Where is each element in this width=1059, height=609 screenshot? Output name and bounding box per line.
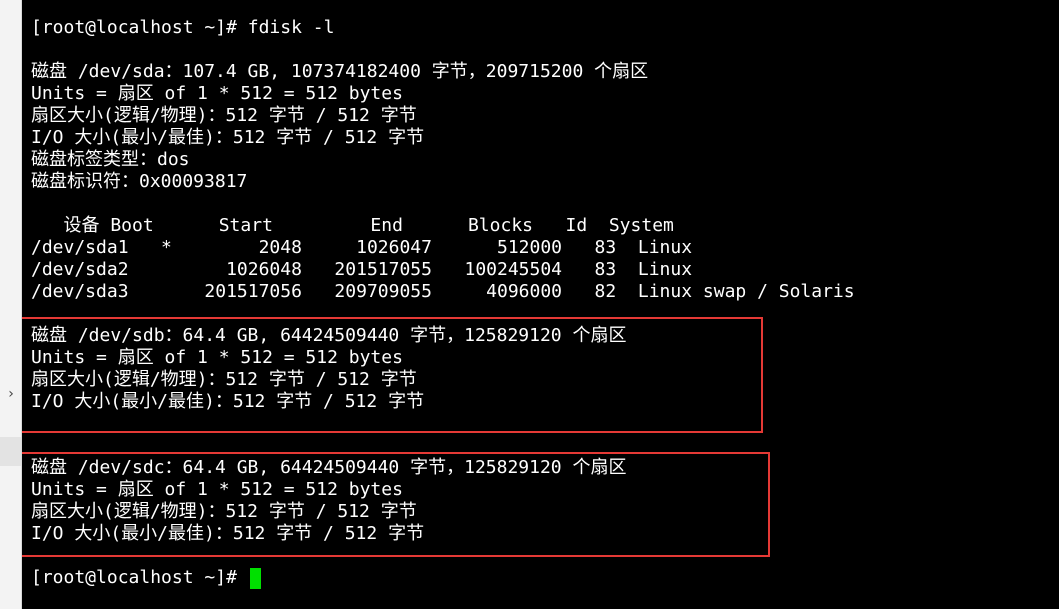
side-panel-selected-slot: [0, 437, 21, 466]
sdc-io-size-line: I/O 大小(最小/最佳)：512 字节 / 512 字节: [31, 523, 425, 544]
side-panel-rail: ›: [0, 0, 22, 609]
partition-row-sda3: /dev/sda3 201517056 209709055 4096000 82…: [31, 281, 855, 302]
sdb-units-line: Units = 扇区 of 1 * 512 = 512 bytes: [31, 347, 403, 368]
partition-row-sda2: /dev/sda2 1026048 201517055 100245504 83…: [31, 259, 693, 280]
sdc-sector-size-line: 扇区大小(逻辑/物理)：512 字节 / 512 字节: [31, 501, 417, 522]
sda-sector-size-line: 扇区大小(逻辑/物理)：512 字节 / 512 字节: [31, 105, 417, 126]
sdc-disk-line: 磁盘 /dev/sdc：64.4 GB, 64424509440 字节，1258…: [31, 457, 627, 478]
sda-units-line: Units = 扇区 of 1 * 512 = 512 bytes: [31, 83, 403, 104]
partition-row-sda1: /dev/sda1 * 2048 1026047 512000 83 Linux: [31, 237, 693, 258]
sda-identifier-line: 磁盘标识符：0x00093817: [31, 171, 248, 192]
terminal-cursor: [250, 568, 261, 589]
sdb-sector-size-line: 扇区大小(逻辑/物理)：512 字节 / 512 字节: [31, 369, 417, 390]
sdc-units-line: Units = 扇区 of 1 * 512 = 512 bytes: [31, 479, 403, 500]
chevron-right-icon[interactable]: ›: [4, 384, 18, 404]
terminal-output[interactable]: [root@localhost ~]# fdisk -l 磁盘 /dev/sda…: [22, 0, 1059, 609]
terminal-app: › [root@localhost ~]# fdisk -l 磁盘 /dev/s…: [0, 0, 1059, 609]
sda-disk-line: 磁盘 /dev/sda：107.4 GB, 107374182400 字节，20…: [31, 61, 649, 82]
sdb-io-size-line: I/O 大小(最小/最佳)：512 字节 / 512 字节: [31, 391, 425, 412]
partition-table-header: 设备 Boot Start End Blocks Id System: [31, 215, 674, 236]
sda-io-size-line: I/O 大小(最小/最佳)：512 字节 / 512 字节: [31, 127, 425, 148]
sdb-disk-line: 磁盘 /dev/sdb：64.4 GB, 64424509440 字节，1258…: [31, 325, 627, 346]
prompt-line: [root@localhost ~]#: [31, 567, 248, 588]
prompt-command-line: [root@localhost ~]# fdisk -l: [31, 17, 335, 38]
sda-label-type-line: 磁盘标签类型：dos: [31, 149, 190, 170]
